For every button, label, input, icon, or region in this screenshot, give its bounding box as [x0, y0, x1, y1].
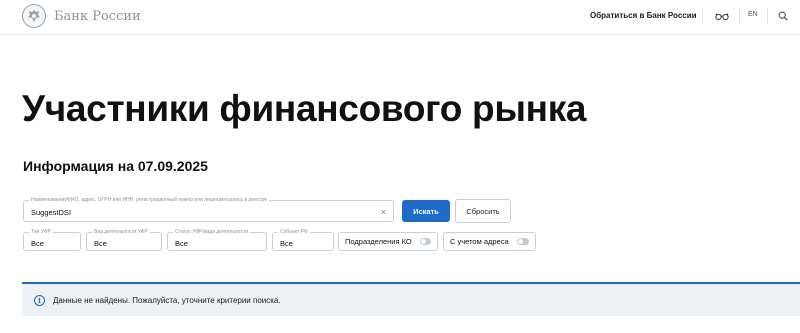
filter-status[interactable]: Статус УФР/вида деятельности Все — [167, 228, 267, 251]
toggle-with-address[interactable]: С учетом адреса — [443, 232, 536, 251]
filter-label: Тип УФР — [29, 228, 53, 236]
filter-label: Субъект РФ — [278, 228, 310, 236]
alert-text: Данные не найдены. Пожалуйста, уточните … — [53, 295, 281, 305]
language-switch[interactable]: EN — [748, 11, 758, 18]
toggle-switch[interactable] — [419, 238, 431, 245]
filter-value: Все — [31, 239, 44, 248]
header-divider — [702, 8, 703, 24]
site-header: Банк России Обратиться в Банк России EN — [0, 0, 800, 35]
filter-value: Все — [94, 239, 107, 248]
eye-icon[interactable] — [713, 9, 731, 23]
no-results-alert: i Данные не найдены. Пожалуйста, уточнит… — [22, 282, 800, 316]
filter-value: Все — [175, 239, 188, 248]
filter-label: Статус УФР/вида деятельности — [173, 228, 251, 236]
info-icon: i — [34, 294, 45, 306]
toggle-ko-divisions[interactable]: Подразделения КО — [338, 232, 438, 251]
header-divider — [739, 8, 740, 24]
logo[interactable]: Банк России — [22, 4, 141, 28]
logo-text: Банк России — [54, 8, 141, 24]
filter-ufr-type[interactable]: Тип УФР Все — [23, 228, 81, 251]
emblem-icon — [22, 4, 46, 28]
search-input[interactable]: Наименование/ФИО, адрес, ОГРН или ИНН, р… — [23, 196, 394, 222]
reset-button[interactable]: Сбросить — [455, 199, 511, 223]
search-icon[interactable] — [776, 9, 790, 23]
search-button[interactable]: Искать — [402, 200, 450, 222]
filter-label: Вид деятельности УФР — [92, 228, 150, 236]
search-input-label: Наименование/ФИО, адрес, ОГРН или ИНН, р… — [29, 196, 270, 204]
contact-bank-link[interactable]: Обратиться в Банк России — [590, 11, 697, 20]
filter-value: Все — [280, 239, 293, 248]
toggle-label: С учетом адреса — [450, 237, 509, 246]
filter-region[interactable]: Субъект РФ Все — [272, 228, 334, 251]
clear-icon[interactable]: × — [381, 207, 386, 217]
toggle-switch[interactable] — [516, 238, 529, 245]
header-divider — [767, 8, 768, 24]
info-date-heading: Информация на 07.09.2025 — [23, 158, 208, 174]
toggle-label: Подразделения КО — [345, 237, 412, 246]
filter-activity-type[interactable]: Вид деятельности УФР Все — [86, 228, 162, 251]
search-input-value[interactable]: SuggestDSI — [31, 208, 71, 217]
page-title: Участники финансового рынка — [22, 88, 587, 129]
